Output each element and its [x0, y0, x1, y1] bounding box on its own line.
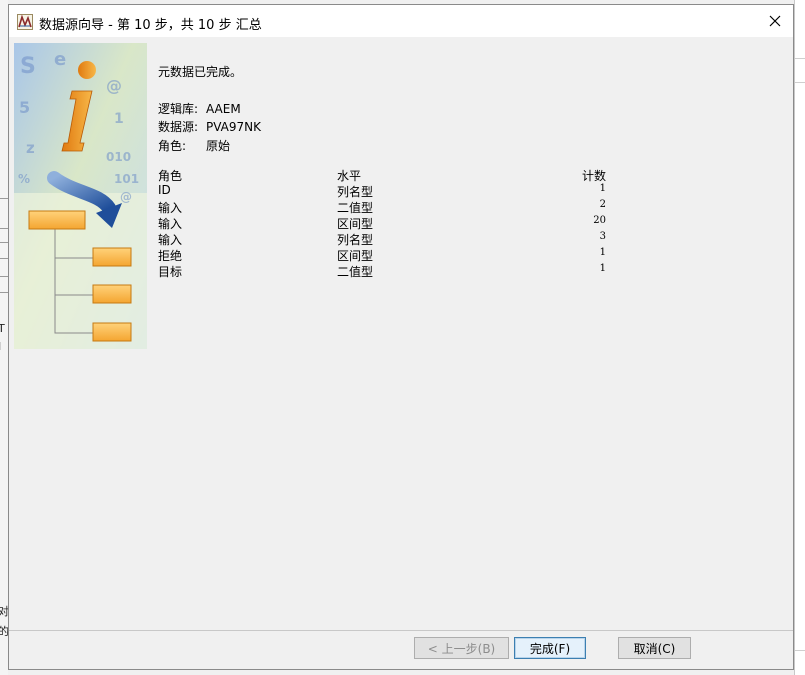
svg-text:z: z	[26, 139, 35, 157]
table-row: 输入 二值型 2	[158, 199, 618, 215]
cell-count: 1	[599, 247, 606, 258]
info-value: 原始	[206, 139, 231, 153]
cell-role: 输入	[158, 217, 183, 231]
summary-table: 角色 水平 计数 ID 列名型 1 输入 二值型 2 输入 区间型 20 输入	[158, 167, 618, 279]
svg-text:@: @	[120, 190, 132, 204]
info-value: AAEM	[206, 102, 241, 116]
cell-level: 列名型	[337, 233, 374, 247]
cell-role: 拒绝	[158, 249, 183, 263]
title-bar[interactable]: 数据源向导 - 第 10 步，共 10 步 汇总	[9, 5, 793, 37]
cell-role: 目标	[158, 265, 183, 279]
svg-text:5: 5	[19, 98, 30, 117]
cell-level: 区间型	[337, 249, 374, 263]
cell-level: 二值型	[337, 201, 374, 215]
info-label: 逻辑库:	[158, 102, 199, 116]
info-label: 数据源:	[158, 120, 199, 134]
table-row: ID 列名型 1	[158, 183, 618, 199]
cell-count: 1	[599, 183, 606, 194]
table-row: 拒绝 区间型 1	[158, 247, 618, 263]
svg-text:1: 1	[114, 111, 124, 127]
column-header-level: 水平	[337, 169, 362, 183]
svg-text:@: @	[106, 76, 122, 95]
info-label: 角色:	[158, 139, 187, 153]
table-header: 角色 水平 计数	[158, 167, 618, 183]
svg-text:S: S	[20, 54, 36, 79]
status-message: 元数据已完成。	[158, 65, 243, 79]
back-button[interactable]: < 上一步(B)	[414, 637, 509, 659]
cell-count: 3	[599, 231, 606, 242]
table-row: 目标 二值型 1	[158, 263, 618, 279]
cancel-button[interactable]: 取消(C)	[618, 637, 691, 659]
footer-divider	[9, 630, 793, 631]
svg-text:101: 101	[114, 172, 139, 186]
column-header-count: 计数	[581, 169, 606, 183]
cell-count: 2	[599, 199, 606, 210]
cell-role: 输入	[158, 233, 183, 247]
background-window-right	[794, 0, 805, 675]
info-row-role: 角色: 原始	[158, 137, 230, 154]
svg-text:010: 010	[106, 150, 131, 164]
cell-level: 列名型	[337, 185, 374, 199]
svg-text:%: %	[18, 172, 30, 186]
cell-level: 二值型	[337, 265, 374, 279]
cell-role: 输入	[158, 201, 183, 215]
cell-count: 20	[593, 215, 606, 226]
window-title: 数据源向导 - 第 10 步，共 10 步 汇总	[39, 18, 262, 33]
cell-level: 区间型	[337, 217, 374, 231]
data-source-wizard-dialog: 数据源向导 - 第 10 步，共 10 步 汇总 S e 5 @ 1 z 010…	[8, 4, 794, 670]
info-row-datasource: 数据源: PVA97NK	[158, 118, 261, 135]
background-text: T	[0, 322, 5, 335]
info-row-library: 逻辑库: AAEM	[158, 100, 241, 117]
svg-text:e: e	[54, 49, 66, 70]
cell-role: ID	[158, 183, 171, 197]
wizard-illustration: S e 5 @ 1 z 010 101 @ %	[14, 43, 147, 349]
column-header-role: 角色	[158, 169, 183, 183]
close-icon[interactable]	[757, 5, 793, 37]
finish-button[interactable]: 完成(F)	[514, 637, 586, 659]
cell-count: 1	[599, 263, 606, 274]
info-value: PVA97NK	[206, 120, 262, 134]
sas-miner-icon	[17, 14, 33, 30]
table-row: 输入 区间型 20	[158, 215, 618, 231]
table-row: 输入 列名型 3	[158, 231, 618, 247]
background-window-left: T I 对 的	[0, 0, 9, 675]
background-text: I	[0, 340, 1, 353]
